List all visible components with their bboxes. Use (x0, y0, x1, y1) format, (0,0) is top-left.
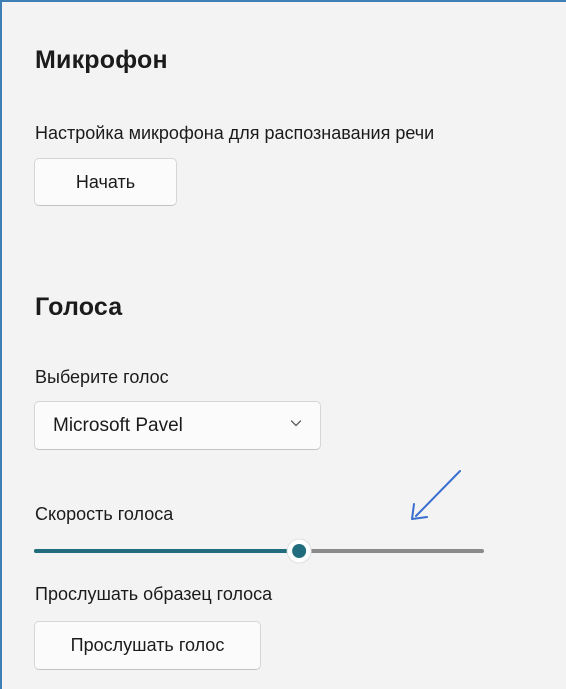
arrow-pointer-icon (406, 468, 466, 524)
listen-voice-button[interactable]: Прослушать голос (34, 621, 261, 670)
voices-section-title: Голоса (35, 293, 123, 321)
start-microphone-setup-button[interactable]: Начать (34, 158, 177, 206)
select-voice-label: Выберите голос (35, 367, 169, 387)
microphone-description: Настройка микрофона для распознавания ре… (35, 123, 435, 143)
voice-select-value: Microsoft Pavel (53, 414, 183, 436)
settings-panel: Микрофон Настройка микрофона для распозн… (0, 0, 566, 689)
voice-sample-label: Прослушать образец голоса (35, 584, 273, 604)
microphone-section-title: Микрофон (35, 46, 168, 74)
voice-speed-slider[interactable] (34, 538, 484, 564)
slider-thumb[interactable] (286, 538, 312, 564)
voice-select-dropdown[interactable]: Microsoft Pavel (34, 401, 321, 450)
chevron-down-icon (290, 416, 302, 428)
voice-speed-label: Скорость голоса (35, 504, 174, 524)
